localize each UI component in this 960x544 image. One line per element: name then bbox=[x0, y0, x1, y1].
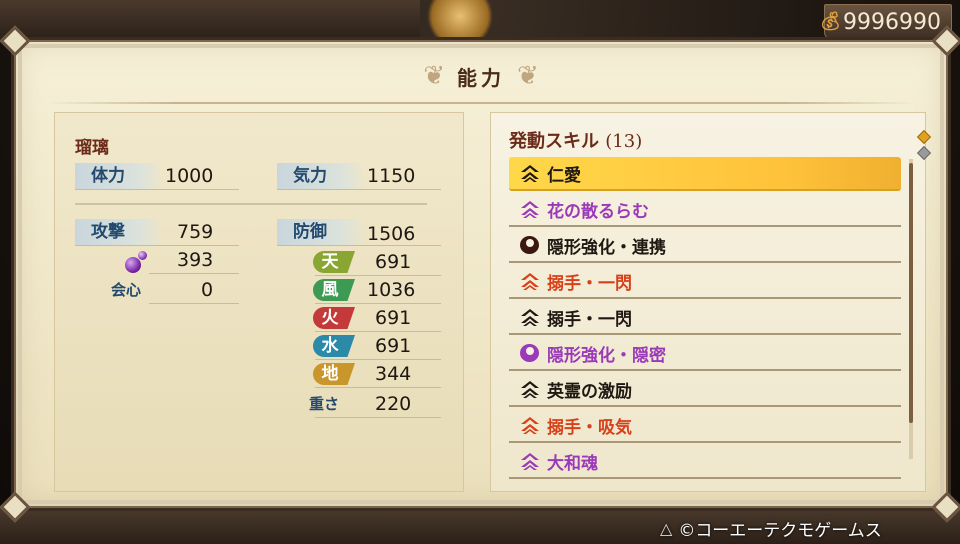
row-underline bbox=[75, 245, 239, 246]
panel-title: 能力 bbox=[457, 65, 505, 90]
footer: △ ©コーエーテクモゲームス bbox=[660, 514, 882, 542]
background-ornament bbox=[420, 0, 500, 40]
skill-item[interactable]: 英霊の激励 bbox=[509, 373, 901, 407]
money-display: 💰︎ 9996990 bbox=[819, 4, 952, 40]
skill-label: 搦手・一閃 bbox=[547, 309, 632, 330]
skills-header-label: 発動スキル bbox=[509, 131, 599, 152]
section-divider bbox=[75, 203, 427, 205]
row-underline bbox=[149, 303, 239, 304]
magic-orb-icon bbox=[125, 251, 147, 273]
row-underline bbox=[277, 245, 441, 246]
skill-label: 英霊の激励 bbox=[547, 381, 632, 402]
ki-value: 1150 bbox=[367, 165, 416, 187]
skill-label: 搦手・一閃 bbox=[547, 273, 632, 294]
element-badge: 地 bbox=[313, 363, 355, 385]
element-badge: 火 bbox=[313, 307, 355, 329]
defense-value: 1506 bbox=[367, 223, 416, 245]
defense-label: 防御 bbox=[277, 219, 367, 245]
row-underline bbox=[315, 275, 441, 276]
weight-value: 220 bbox=[375, 393, 412, 415]
skills-count: (13) bbox=[605, 131, 643, 152]
triple-chevron-icon bbox=[519, 450, 541, 472]
skill-item[interactable]: 仁愛 bbox=[509, 157, 901, 191]
skill-label: 花の散るらむ bbox=[547, 201, 649, 222]
triple-chevron-icon bbox=[519, 162, 541, 184]
skill-item[interactable]: 隠形強化・連携 bbox=[509, 229, 901, 263]
element-badge: 水 bbox=[313, 335, 355, 357]
triple-chevron-icon bbox=[519, 198, 541, 220]
skill-label: 搦手・吸気 bbox=[547, 417, 632, 438]
stats-section: 瑠璃 体力 1000 気力 1150 攻撃 759 393 会心 0 防御 15… bbox=[54, 112, 464, 492]
swirl-icon bbox=[519, 234, 541, 256]
skill-label: 隠形強化・連携 bbox=[547, 237, 666, 258]
row-underline bbox=[315, 387, 441, 388]
skill-label: 仁愛 bbox=[547, 165, 581, 186]
hp-label: 体力 bbox=[75, 163, 165, 189]
skills-section: 発動スキル (13) 仁愛 花の散るらむ 隠形強化・連携 搦手・一閃 搦手・一閃 隠形強化… bbox=[490, 112, 926, 492]
attack-label: 攻撃 bbox=[75, 219, 165, 245]
skill-item[interactable]: 大和魂 bbox=[509, 445, 901, 479]
money-value: 9996990 bbox=[843, 9, 941, 35]
panel-header: ❦ 能力 ❦ bbox=[16, 56, 946, 96]
row-underline bbox=[75, 189, 239, 190]
element-value: 691 bbox=[375, 307, 412, 329]
skill-item[interactable]: 花の散るらむ bbox=[509, 193, 901, 227]
swirl-icon bbox=[519, 342, 541, 364]
row-underline bbox=[149, 273, 239, 274]
element-value: 344 bbox=[375, 363, 412, 385]
laurel-left-icon: ❦ bbox=[423, 61, 445, 91]
background-beam bbox=[0, 0, 420, 40]
skill-item[interactable]: 隠形強化・隠密 bbox=[509, 337, 901, 371]
ki-label: 気力 bbox=[277, 163, 367, 189]
row-underline bbox=[315, 303, 441, 304]
skill-label: 大和魂 bbox=[547, 453, 598, 474]
element-value: 691 bbox=[375, 335, 412, 357]
skill-item[interactable]: 搦手・一閃 bbox=[509, 265, 901, 299]
element-badge: 天 bbox=[313, 251, 355, 273]
skill-label: 隠形強化・隠密 bbox=[547, 345, 666, 366]
crit-value: 0 bbox=[201, 279, 214, 301]
element-value: 1036 bbox=[367, 279, 416, 301]
row-underline bbox=[315, 331, 441, 332]
header-divider bbox=[46, 102, 916, 104]
triple-chevron-icon bbox=[519, 378, 541, 400]
element-badge: 風 bbox=[313, 279, 355, 301]
triangle-button-icon: △ bbox=[660, 518, 673, 538]
skill-item[interactable]: 搦手・一閃 bbox=[509, 301, 901, 335]
character-name: 瑠璃 bbox=[75, 138, 109, 158]
element-value: 691 bbox=[375, 251, 412, 273]
skills-header: 発動スキル (13) bbox=[509, 127, 642, 153]
hp-value: 1000 bbox=[165, 165, 214, 187]
crit-label: 会心 bbox=[111, 281, 142, 299]
orb-value: 393 bbox=[177, 249, 214, 271]
row-underline bbox=[315, 417, 441, 418]
row-underline bbox=[277, 189, 441, 190]
laurel-right-icon: ❦ bbox=[517, 61, 539, 91]
copyright-text: ©コーエーテクモゲームス bbox=[678, 520, 882, 541]
ability-panel: ❦ 能力 ❦ 瑠璃 体力 1000 気力 1150 攻撃 759 393 会心 … bbox=[0, 25, 960, 523]
row-underline bbox=[315, 359, 441, 360]
skill-item[interactable]: 搦手・吸気 bbox=[509, 409, 901, 443]
weight-label: 重さ bbox=[309, 395, 340, 413]
scrollbar-thumb[interactable] bbox=[909, 163, 913, 423]
coin-icon: 💰︎ bbox=[819, 11, 842, 32]
triple-chevron-icon bbox=[519, 270, 541, 292]
attack-value: 759 bbox=[177, 221, 214, 243]
triple-chevron-icon bbox=[519, 306, 541, 328]
triple-chevron-icon bbox=[519, 414, 541, 436]
